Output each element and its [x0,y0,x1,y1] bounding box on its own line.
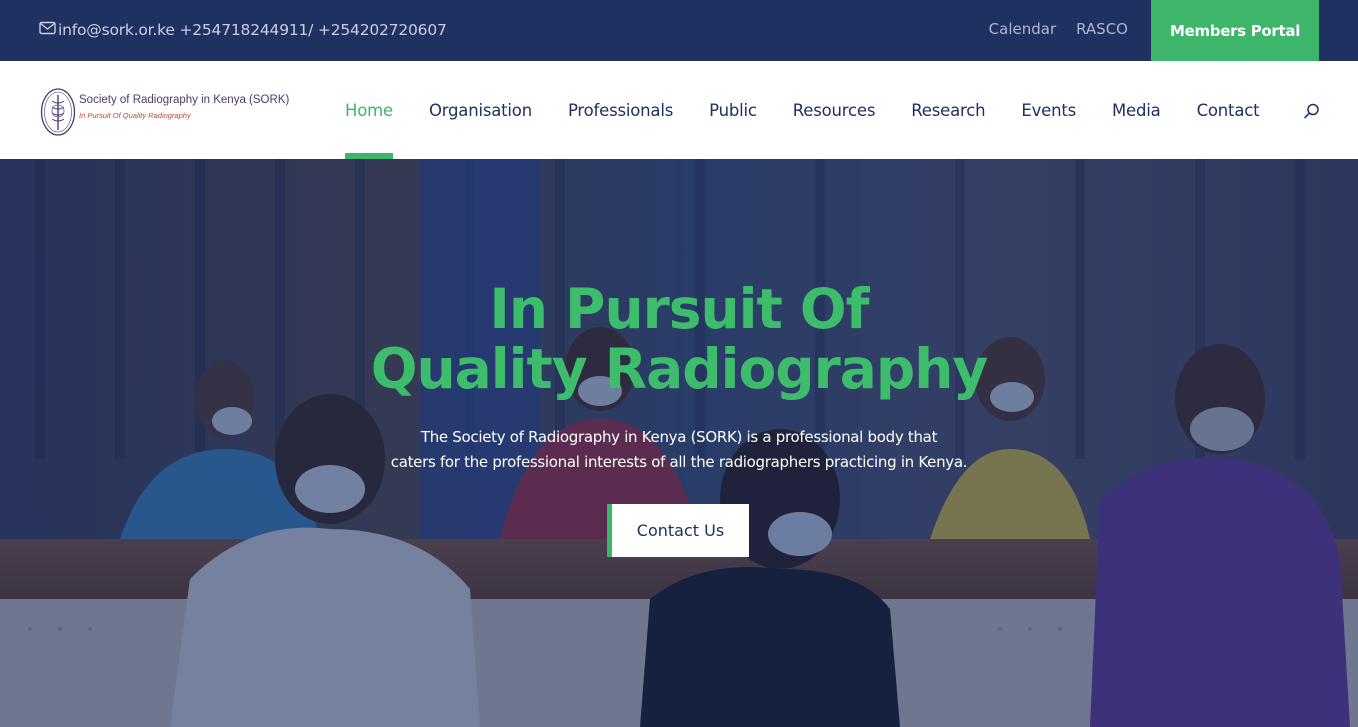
nav-item-events[interactable]: Events [1021,61,1076,159]
contact-text[interactable]: info@sork.or.ke +254718244911/ +25420272… [58,21,447,39]
top-links: Calendar RASCO [989,20,1128,38]
calendar-link[interactable]: Calendar [989,20,1056,38]
nav-item-research[interactable]: Research [911,61,985,159]
nav-item-home[interactable]: Home [345,61,393,159]
sork-emblem-logo [40,87,76,142]
hero-description-line1: The Society of Radiography in Kenya (SOR… [420,428,938,446]
contact-us-button[interactable]: Contact Us [607,504,749,557]
logo-tagline: In Pursuit Of Quality Radiography [79,111,191,120]
hero-title-line1: In Pursuit Of [489,277,869,341]
nav-item-public[interactable]: Public [709,61,757,159]
mail-icon [39,21,58,39]
contact-info: info@sork.or.ke +254718244911/ +25420272… [39,20,447,40]
nav-item-organisation[interactable]: Organisation [429,61,532,159]
hero-title-line2: Quality Radiography [370,337,988,401]
search-icon[interactable] [1303,102,1321,125]
nav-item-professionals[interactable]: Professionals [568,61,673,159]
top-bar: info@sork.or.ke +254718244911/ +25420272… [0,0,1358,61]
main-nav: Home Organisation Professionals Public R… [345,61,1295,159]
nav-item-media[interactable]: Media [1112,61,1161,159]
nav-item-resources[interactable]: Resources [793,61,876,159]
hero-section: In Pursuit Of Quality Radiography The So… [0,159,1358,727]
hero-description-line2: caters for the professional interests of… [390,453,968,471]
main-header: Society of Radiography in Kenya (SORK) I… [0,61,1358,159]
logo-name: Society of Radiography in Kenya (SORK) [79,94,290,106]
rasco-link[interactable]: RASCO [1076,20,1128,38]
members-portal-button[interactable]: Members Portal [1151,0,1319,61]
nav-item-contact[interactable]: Contact [1197,61,1260,159]
site-logo[interactable]: Society of Radiography in Kenya (SORK) I… [40,85,300,137]
